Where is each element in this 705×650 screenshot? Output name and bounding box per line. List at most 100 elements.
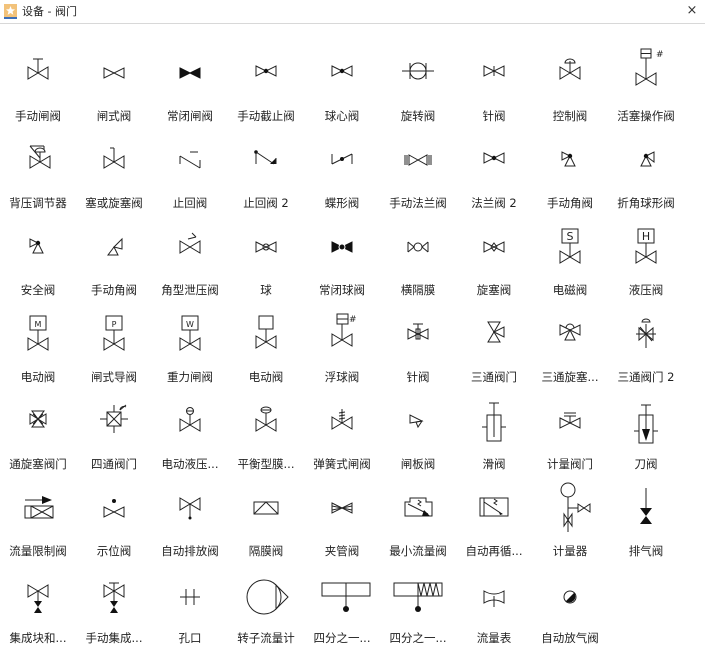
shape-item-diaphragm[interactable]: 横隔膜 <box>380 213 456 300</box>
motor-valve-icon: M <box>0 308 76 358</box>
shape-item-cock-valve[interactable]: 旋塞阀 <box>456 213 532 300</box>
svg-text:S: S <box>567 230 574 243</box>
shape-item-plug-cock-valve[interactable]: 塞或旋塞阀 <box>76 126 152 213</box>
shape-item-globe-valve[interactable]: 球心阀 <box>304 39 380 126</box>
shape-item-knife-valve[interactable]: 刀阀 <box>608 387 684 474</box>
shape-item-balanced-diaphragm-valve[interactable]: 平衡型膜... <box>228 387 304 474</box>
shape-item-quarter-turn-spring-valve[interactable]: 四分之一... <box>380 561 456 648</box>
shape-item-normally-closed-gate-valve[interactable]: 常闭闸阀 <box>152 39 228 126</box>
shape-label: 手动角阀 <box>547 196 593 210</box>
slide-gate-valve-icon <box>380 395 456 445</box>
shape-item-indicator-valve[interactable]: 示位阀 <box>76 474 152 561</box>
knife-valve-icon <box>608 395 684 445</box>
rotary-valve-icon <box>380 47 456 97</box>
shape-label: 计量阀门 <box>547 457 593 471</box>
shape-item-motor-valve[interactable]: M 电动阀 <box>0 300 76 387</box>
integral-block-valve-icon <box>0 569 76 619</box>
flanged-valve-2-icon <box>456 134 532 184</box>
shape-item-diaphragm-valve[interactable]: 隔膜阀 <box>228 474 304 561</box>
shape-item-slide-gate-valve[interactable]: 闸板阀 <box>380 387 456 474</box>
shape-item-angle-globe-valve[interactable]: 折角球形阀 <box>608 126 684 213</box>
needle-valve-2-icon <box>380 308 456 358</box>
shape-item-slide-valve[interactable]: 滑阀 <box>456 387 532 474</box>
shape-item-metering-valve[interactable]: 计量阀门 <box>532 387 608 474</box>
shape-item-min-flow-valve[interactable]: 最小流量阀 <box>380 474 456 561</box>
shape-item-auto-recirculation-valve[interactable]: 自动再循... <box>456 474 532 561</box>
shape-item-flow-limiting-valve[interactable]: 流量限制阀 <box>0 474 76 561</box>
shape-item-three-way-valve[interactable]: 三通阀门 <box>456 300 532 387</box>
normally-closed-gate-valve-icon <box>152 47 228 97</box>
shape-item-manual-integral-valve[interactable]: 手动集成... <box>76 561 152 648</box>
manual-flanged-valve-icon <box>380 134 456 184</box>
shape-item-auto-drain-valve[interactable]: 自动排放阀 <box>152 474 228 561</box>
shape-label: 手动法兰阀 <box>389 196 447 210</box>
shape-item-check-valve[interactable]: 止回阀 <box>152 126 228 213</box>
shape-item-spring-gate-valve[interactable]: 弹簧式闸阀 <box>304 387 380 474</box>
shape-item-four-way-plug-valve[interactable]: 通旋塞阀门 <box>0 387 76 474</box>
shape-item-electric-valve[interactable]: 电动阀 <box>228 300 304 387</box>
shape-label: 四分之一... <box>313 631 371 645</box>
shape-item-float-valve[interactable]: # 浮球阀 <box>304 300 380 387</box>
shape-item-butterfly-valve[interactable]: 蝶形阀 <box>304 126 380 213</box>
shape-item-manual-globe-valve[interactable]: 手动截止阀 <box>228 39 304 126</box>
shape-item-orifice[interactable]: 孔口 <box>152 561 228 648</box>
shape-item-manual-gate-valve[interactable]: 手动闸阀 <box>0 39 76 126</box>
shape-item-integral-block-valve[interactable]: 集成块和... <box>0 561 76 648</box>
min-flow-valve-icon <box>380 482 456 532</box>
shape-label: 最小流量阀 <box>389 544 447 558</box>
shape-item-vent-valve[interactable]: 排气阀 <box>608 474 684 561</box>
shape-item-piston-operated-valve[interactable]: # 活塞操作阀 <box>608 39 684 126</box>
shape-label: 针阀 <box>406 370 430 384</box>
shape-item-hydraulic-valve[interactable]: H 液压阀 <box>608 213 684 300</box>
orifice-icon <box>152 569 228 619</box>
shape-item-back-pressure-regulator[interactable]: 背压调节器 <box>0 126 76 213</box>
shape-label: 闸式导阀 <box>91 370 137 384</box>
control-valve-icon <box>532 47 608 97</box>
shape-label: 液压阀 <box>628 283 664 297</box>
shape-label: 手动角阀 <box>91 283 137 297</box>
shape-item-control-valve[interactable]: 控制阀 <box>532 39 608 126</box>
shape-item-check-valve-2[interactable]: 止回阀 2 <box>228 126 304 213</box>
shape-label: 闸板阀 <box>400 457 436 471</box>
shape-item-needle-valve[interactable]: 针阀 <box>456 39 532 126</box>
shape-label: 球心阀 <box>324 109 360 123</box>
vent-valve-icon <box>608 482 684 532</box>
indicator-valve-icon <box>76 482 152 532</box>
shape-item-ball[interactable]: 球 <box>228 213 304 300</box>
shape-item-manual-angle-valve-2[interactable]: 手动角阀 <box>76 213 152 300</box>
shape-item-four-way-valve[interactable]: 四通阀门 <box>76 387 152 474</box>
shape-label: 三通阀门 2 <box>617 370 675 384</box>
shape-item-electro-hydraulic-valve[interactable]: 电动液压... <box>152 387 228 474</box>
shape-label: 示位阀 <box>96 544 132 558</box>
shape-item-solenoid-valve[interactable]: S 电磁阀 <box>532 213 608 300</box>
back-pressure-regulator-icon <box>0 134 76 184</box>
shape-item-pinch-valve[interactable]: 夹管阀 <box>304 474 380 561</box>
shape-label: 四分之一... <box>389 631 447 645</box>
shape-item-normally-closed-ball-valve[interactable]: 常闭球阀 <box>304 213 380 300</box>
shape-item-flow-meter[interactable]: 流量表 <box>456 561 532 648</box>
shape-item-rotary-valve[interactable]: 旋转阀 <box>380 39 456 126</box>
shape-label: 闸式阀 <box>96 109 132 123</box>
angle-relief-valve-icon <box>152 221 228 271</box>
balanced-diaphragm-valve-icon <box>228 395 304 445</box>
shape-item-gate-valve[interactable]: 闸式阀 <box>76 39 152 126</box>
cock-valve-icon <box>456 221 532 271</box>
close-button[interactable]: × <box>685 4 699 18</box>
shape-item-pilot-gate-valve[interactable]: P 闸式导阀 <box>76 300 152 387</box>
spring-gate-valve-icon <box>304 395 380 445</box>
shape-item-gauge[interactable]: 计量器 <box>532 474 608 561</box>
shape-item-weight-gate-valve[interactable]: W 重力闸阀 <box>152 300 228 387</box>
shape-item-rotameter[interactable]: 转子流量计 <box>228 561 304 648</box>
shape-item-auto-air-vent[interactable]: 自动放气阀 <box>532 561 608 648</box>
shape-item-three-way-valve-2[interactable]: 三通阀门 2 <box>608 300 684 387</box>
shape-item-needle-valve-2[interactable]: 针阀 <box>380 300 456 387</box>
angle-globe-valve-icon <box>608 134 684 184</box>
shape-item-quarter-turn-valve[interactable]: 四分之一... <box>304 561 380 648</box>
shape-item-manual-angle-valve[interactable]: 手动角阀 <box>532 126 608 213</box>
shape-item-flanged-valve-2[interactable]: 法兰阀 2 <box>456 126 532 213</box>
shape-item-manual-flanged-valve[interactable]: 手动法兰阀 <box>380 126 456 213</box>
flow-limiting-valve-icon <box>0 482 76 532</box>
shape-item-angle-relief-valve[interactable]: 角型泄压阀 <box>152 213 228 300</box>
shape-item-safety-valve[interactable]: 安全阀 <box>0 213 76 300</box>
shape-item-three-way-plug-valve[interactable]: 三通旋塞... <box>532 300 608 387</box>
